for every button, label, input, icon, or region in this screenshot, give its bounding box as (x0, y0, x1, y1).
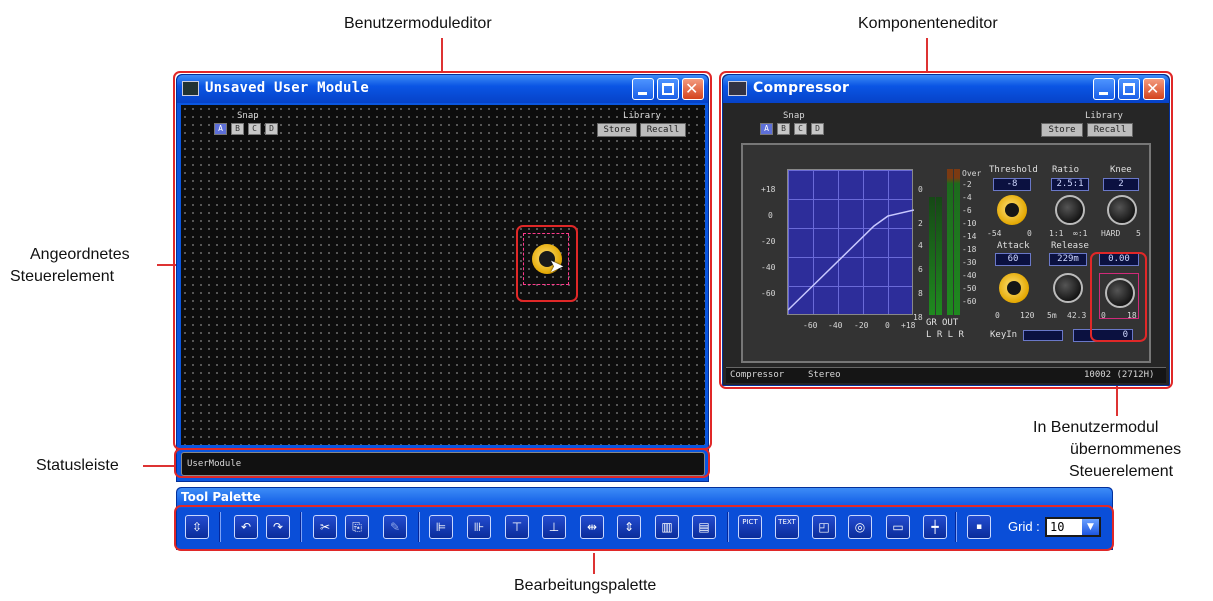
separator (955, 512, 957, 542)
line-tool[interactable]: ┿ (923, 515, 947, 539)
text-tool[interactable]: TEXT (775, 515, 799, 539)
callout-line (441, 38, 443, 71)
highlight-transferred-control (1090, 252, 1147, 342)
cut-tool[interactable]: ✂ (313, 515, 337, 539)
grid-toggle-tool[interactable]: ▪ (967, 515, 991, 539)
redo-tool[interactable]: ↷ (266, 515, 290, 539)
callout-edit-palette: Bearbeitungspalette (514, 577, 657, 594)
callout-arranged-control-1: Angeordnetes (30, 246, 130, 263)
grid-label: Grid : (1008, 519, 1040, 534)
grid-value: 10 (1050, 520, 1065, 534)
callout-arranged-control-2: Steuerelement (10, 268, 115, 285)
highlight-user-module-editor (173, 71, 712, 450)
paste-tool[interactable]: ✎ (383, 515, 407, 539)
undo-tool[interactable]: ↶ (234, 515, 258, 539)
separator (418, 512, 420, 542)
separator (300, 512, 302, 542)
callout-status-bar: Statusleiste (36, 457, 119, 474)
align-top-tool[interactable]: ⊤ (505, 515, 529, 539)
highlight-status-bar (174, 448, 710, 478)
callout-line (926, 38, 928, 71)
align-left-tool[interactable]: ⊫ (429, 515, 453, 539)
chevron-down-icon[interactable]: ▼ (1082, 519, 1099, 535)
rectangle-tool[interactable]: ◰ (812, 515, 836, 539)
callout-transferred-1: In Benutzermodul (1033, 419, 1159, 436)
separator (219, 512, 221, 542)
callout-transferred-2: übernommenes (1070, 441, 1182, 458)
picture-tool[interactable]: PICT (738, 515, 762, 539)
center-v-tool[interactable]: ▥ (655, 515, 679, 539)
align-right-tool[interactable]: ⊪ (467, 515, 491, 539)
distribute-h-tool[interactable]: ⇹ (580, 515, 604, 539)
grid-select[interactable]: 10 ▼ (1045, 517, 1101, 537)
distribute-v-tool[interactable]: ⇕ (617, 515, 641, 539)
copy-tool[interactable]: ⎘ (345, 515, 369, 539)
tool-palette-title: Tool Palette (181, 490, 261, 504)
separator (727, 512, 729, 542)
align-bottom-tool[interactable]: ⊥ (542, 515, 566, 539)
center-h-tool[interactable]: ▤ (692, 515, 716, 539)
callout-line (143, 465, 178, 467)
callout-component-editor: Komponenteneditor (858, 15, 998, 32)
ellipse-tool[interactable]: ◎ (848, 515, 872, 539)
callout-line (593, 553, 595, 574)
panel-tool[interactable]: ▭ (886, 515, 910, 539)
select-tool[interactable]: ⇳ (185, 515, 209, 539)
highlight-placed-control (516, 225, 578, 302)
callout-user-module-editor: Benutzermoduleditor (344, 15, 492, 32)
callout-transferred-3: Steuerelement (1069, 463, 1174, 480)
